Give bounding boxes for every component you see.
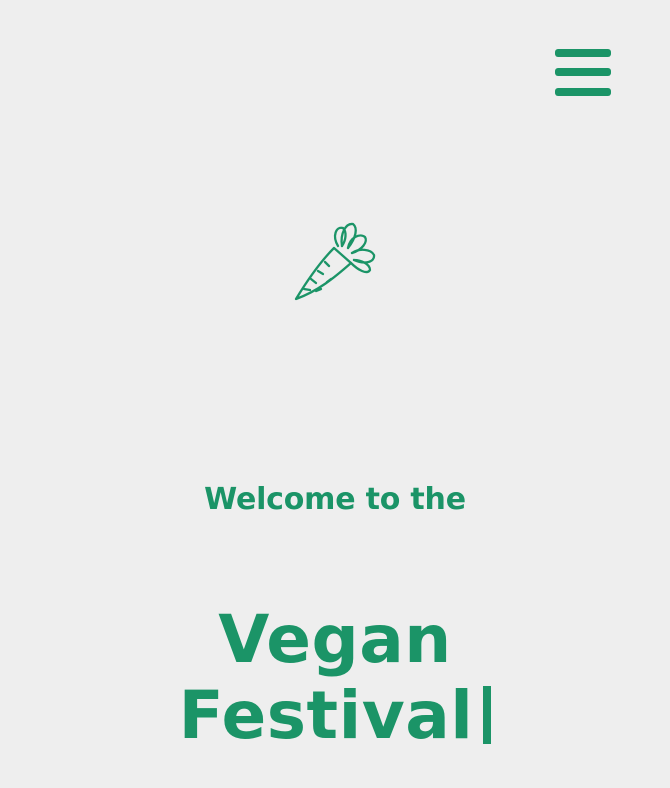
- title-line-2: Festival: [0, 678, 670, 754]
- carrot-icon: [294, 222, 376, 301]
- menu-button[interactable]: [555, 49, 611, 96]
- welcome-text: Welcome to the: [204, 482, 466, 517]
- typing-cursor: [483, 686, 492, 744]
- title-line-1: Vegan: [218, 601, 452, 678]
- menu-bar-middle: [555, 68, 611, 76]
- menu-bar-top: [555, 49, 611, 57]
- menu-bar-bottom: [555, 88, 611, 96]
- page-title: Vegan Festival: [0, 602, 670, 754]
- title-line-2-text: Festival: [178, 677, 474, 754]
